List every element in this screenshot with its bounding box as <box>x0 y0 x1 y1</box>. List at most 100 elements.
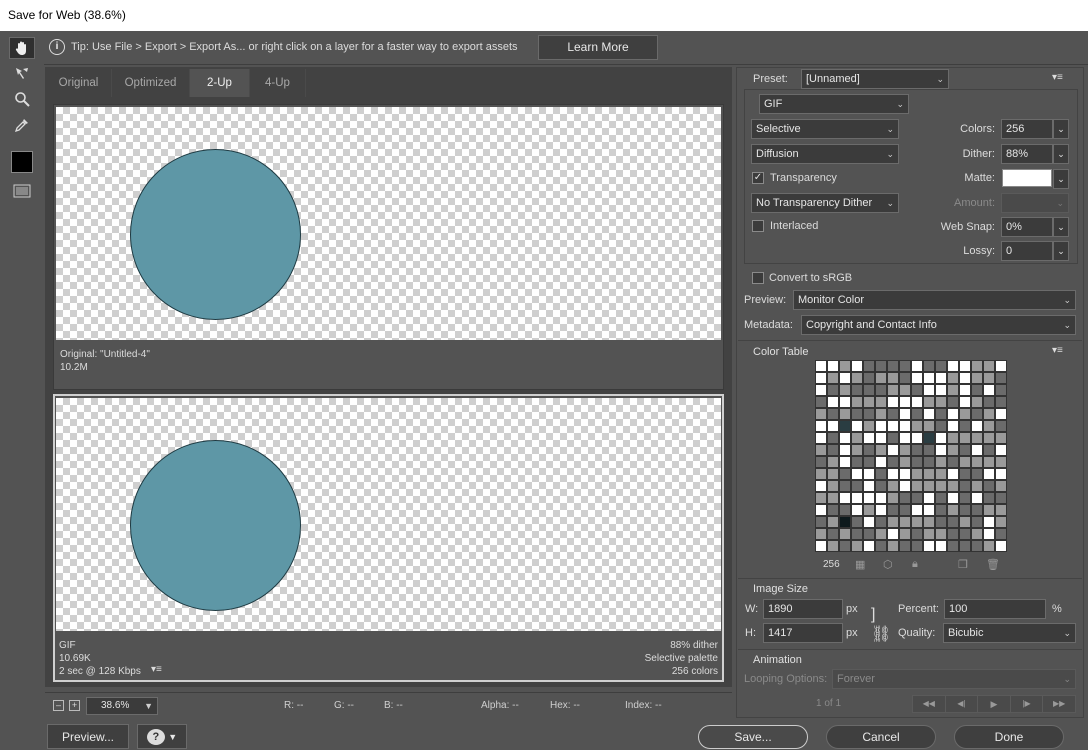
color-swatch[interactable] <box>899 468 911 480</box>
original-canvas[interactable] <box>56 107 721 340</box>
color-swatch[interactable] <box>827 372 839 384</box>
color-swatch[interactable] <box>851 480 863 492</box>
color-swatch[interactable] <box>923 384 935 396</box>
color-swatch[interactable] <box>827 360 839 372</box>
color-swatch[interactable] <box>863 516 875 528</box>
preview-color-select[interactable]: Monitor Color ⌄ <box>793 290 1076 310</box>
color-swatch[interactable] <box>827 384 839 396</box>
color-swatch[interactable] <box>815 444 827 456</box>
previous-frame-icon[interactable]: ◀| <box>946 696 979 712</box>
color-swatch[interactable] <box>983 468 995 480</box>
color-swatch[interactable] <box>827 528 839 540</box>
color-swatch[interactable] <box>899 528 911 540</box>
next-frame-icon[interactable]: |▶ <box>1011 696 1044 712</box>
color-swatch[interactable] <box>815 360 827 372</box>
color-swatch[interactable] <box>863 504 875 516</box>
color-swatch[interactable] <box>899 420 911 432</box>
color-swatch[interactable] <box>959 420 971 432</box>
color-swatch[interactable] <box>959 528 971 540</box>
color-swatch[interactable] <box>947 492 959 504</box>
chevron-down-icon[interactable]: ⌄ <box>1053 144 1069 164</box>
map-transparent-icon[interactable]: ▦ <box>855 558 865 571</box>
reduction-select[interactable]: Selective ⌄ <box>751 119 899 139</box>
color-swatch[interactable] <box>851 372 863 384</box>
color-swatch[interactable] <box>851 456 863 468</box>
color-swatch[interactable] <box>995 384 1007 396</box>
color-swatch[interactable] <box>863 372 875 384</box>
color-swatch[interactable] <box>935 528 947 540</box>
zoom-out-icon[interactable]: – <box>53 700 64 711</box>
color-swatch[interactable] <box>923 516 935 528</box>
color-swatch[interactable] <box>911 432 923 444</box>
chevron-down-icon[interactable]: ⌄ <box>1053 169 1069 189</box>
color-swatch[interactable] <box>815 480 827 492</box>
color-swatch[interactable] <box>971 432 983 444</box>
color-swatch[interactable] <box>899 504 911 516</box>
color-swatch[interactable] <box>983 528 995 540</box>
optimized-pane[interactable]: GIF 10.69K 2 sec @ 128 Kbps ▾≡ 88% dithe… <box>53 394 724 682</box>
color-swatch[interactable] <box>815 468 827 480</box>
color-swatch[interactable] <box>887 372 899 384</box>
last-frame-icon[interactable]: ▶▶ <box>1043 696 1075 712</box>
color-swatch[interactable] <box>911 516 923 528</box>
color-swatch[interactable] <box>827 444 839 456</box>
color-swatch[interactable] <box>971 468 983 480</box>
color-swatch[interactable] <box>947 360 959 372</box>
color-swatch[interactable] <box>899 360 911 372</box>
color-swatch[interactable] <box>995 420 1007 432</box>
color-swatch[interactable] <box>875 528 887 540</box>
color-swatch[interactable] <box>935 468 947 480</box>
color-swatch[interactable] <box>815 516 827 528</box>
color-swatch[interactable] <box>839 468 851 480</box>
color-swatch[interactable] <box>983 480 995 492</box>
color-swatch[interactable] <box>995 504 1007 516</box>
tab-4-up[interactable]: 4-Up <box>250 69 306 97</box>
color-swatch[interactable] <box>995 456 1007 468</box>
color-swatch[interactable] <box>899 480 911 492</box>
color-swatch[interactable] <box>947 456 959 468</box>
transparency-dither-select[interactable]: No Transparency Dither ⌄ <box>751 193 899 213</box>
color-swatch[interactable] <box>959 480 971 492</box>
color-swatch[interactable] <box>971 504 983 516</box>
color-swatch[interactable] <box>899 444 911 456</box>
color-swatch[interactable] <box>827 492 839 504</box>
color-swatch[interactable] <box>959 396 971 408</box>
color-swatch[interactable] <box>983 456 995 468</box>
color-swatch[interactable] <box>887 540 899 552</box>
color-swatch[interactable] <box>899 396 911 408</box>
color-swatch[interactable] <box>911 456 923 468</box>
color-swatch[interactable] <box>815 372 827 384</box>
color-swatch[interactable] <box>947 384 959 396</box>
color-swatch[interactable] <box>935 480 947 492</box>
color-swatch[interactable] <box>971 492 983 504</box>
color-swatch[interactable] <box>971 372 983 384</box>
color-swatch[interactable] <box>863 360 875 372</box>
color-swatch[interactable] <box>851 516 863 528</box>
color-swatch[interactable] <box>971 528 983 540</box>
color-swatch[interactable] <box>851 396 863 408</box>
color-swatch[interactable] <box>875 468 887 480</box>
color-swatch[interactable] <box>851 408 863 420</box>
browser-preview-button[interactable]: ? ▼ <box>137 724 187 749</box>
color-swatch[interactable] <box>935 540 947 552</box>
color-swatch[interactable] <box>959 516 971 528</box>
color-swatch[interactable] <box>827 456 839 468</box>
color-swatch[interactable] <box>863 408 875 420</box>
color-swatch[interactable] <box>839 384 851 396</box>
color-swatch[interactable] <box>839 432 851 444</box>
color-swatch[interactable] <box>911 372 923 384</box>
color-swatch[interactable] <box>875 456 887 468</box>
color-swatch[interactable] <box>935 444 947 456</box>
color-swatch[interactable] <box>839 516 851 528</box>
color-swatch[interactable] <box>983 384 995 396</box>
color-swatch[interactable] <box>827 468 839 480</box>
color-swatch[interactable] <box>935 384 947 396</box>
color-swatch[interactable] <box>935 396 947 408</box>
color-swatch[interactable] <box>995 396 1007 408</box>
color-swatch[interactable] <box>935 432 947 444</box>
color-swatch[interactable] <box>887 468 899 480</box>
color-swatch[interactable] <box>887 504 899 516</box>
color-swatch[interactable] <box>863 468 875 480</box>
convert-srgb-checkbox[interactable] <box>752 272 764 284</box>
color-swatch[interactable] <box>923 360 935 372</box>
